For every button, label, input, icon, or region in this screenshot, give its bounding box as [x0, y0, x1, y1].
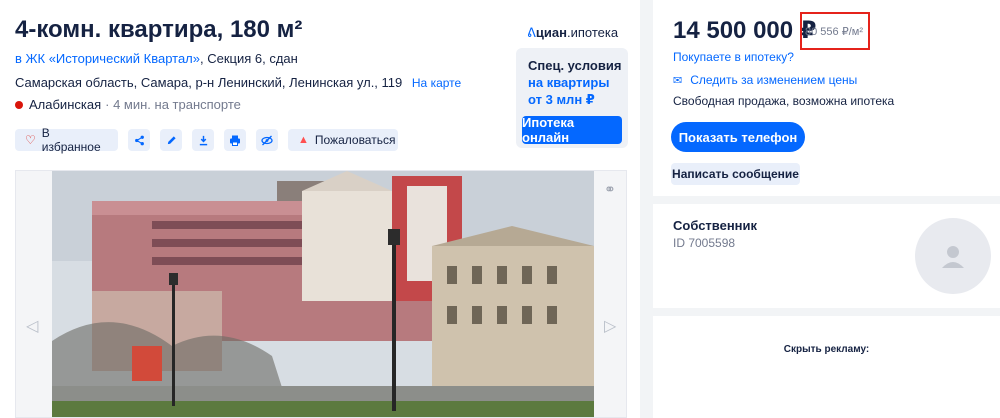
favorite-label: В избранное — [41, 126, 101, 154]
hide-button[interactable] — [256, 129, 278, 151]
heart-icon: ♡ — [25, 133, 36, 147]
prev-arrow-icon[interactable]: ◁ — [26, 316, 38, 336]
edit-icon — [167, 135, 176, 144]
mortgage-promo: Спец. условия на квартиры от 3 млн ₽ Ипо… — [516, 48, 628, 148]
mortgage-link[interactable]: Покупаете в ипотеку? — [673, 50, 794, 64]
action-bar: ♡ В избранное ▲ Пожаловаться — [15, 126, 398, 154]
next-arrow-icon[interactable]: ▷ — [604, 316, 616, 336]
metro-line: Алабинская · 4 мин. на транспорте — [15, 97, 241, 112]
complex-link[interactable]: в ЖК «Исторический Квартал» — [15, 51, 200, 66]
listing-title: 4-комн. квартира, 180 м² — [15, 16, 303, 43]
address: Самарская область, Самара, р-н Ленинский… — [15, 75, 403, 90]
cian-logo-icon: ᕕ — [527, 25, 536, 40]
metro-name[interactable]: Алабинская — [29, 97, 101, 112]
map-link[interactable]: На карте — [412, 76, 461, 90]
promo-line3: от 3 млн ₽ — [528, 92, 595, 107]
price-per-m2: 80 556 ₽/м² — [800, 12, 870, 50]
show-phone-button[interactable]: Показать телефон — [671, 122, 805, 152]
listing-photo[interactable] — [52, 171, 594, 417]
address-line: Самарская область, Самара, р-н Ленинский… — [15, 75, 461, 90]
avatar — [915, 218, 991, 294]
brand-suffix: .ипотека — [566, 25, 619, 40]
price: 14 500 000 ₽ — [673, 17, 817, 44]
price-card: 14 500 000 ₽ 80 556 ₽/м² Покупаете в ипо… — [653, 0, 1000, 196]
edit-button[interactable] — [160, 129, 182, 151]
owner-role: Собственник — [673, 218, 758, 233]
metro-icon — [15, 100, 23, 109]
report-button[interactable]: ▲ Пожаловаться — [288, 129, 398, 151]
print-button[interactable] — [224, 129, 246, 151]
share-button[interactable] — [128, 129, 150, 151]
owner-id: ID 7005598 — [673, 236, 736, 250]
link-icon[interactable]: ⚭ — [604, 181, 616, 198]
building-photo — [52, 171, 594, 417]
write-message-button[interactable]: Написать сообщение — [671, 163, 800, 185]
hide-icon — [261, 135, 273, 145]
complex-rest: , Секция 6, сдан — [200, 51, 298, 66]
photo-gallery: ◁ ▷ ⚭ — [15, 170, 627, 418]
ad-card: Скрыть рекламу: — [653, 316, 1000, 418]
hide-ads-label[interactable]: Скрыть рекламу: — [653, 344, 1000, 355]
print-icon — [230, 135, 240, 146]
owner-card: Собственник ID 7005598 — [653, 204, 1000, 308]
mortgage-online-button[interactable]: Ипотека онлайн — [522, 115, 622, 145]
user-icon — [942, 246, 964, 268]
cian-mortgage-logo[interactable]: ᕕциан.ипотека — [527, 25, 618, 41]
report-label: Пожаловаться — [314, 133, 396, 147]
envelope-icon: ✉ — [673, 74, 683, 87]
download-button[interactable] — [192, 129, 214, 151]
follow-price-link[interactable]: ✉ Следить за изменением цены — [673, 73, 857, 87]
promo-line2: на квартиры — [528, 75, 610, 90]
follow-price-label: Следить за изменением цены — [690, 73, 858, 87]
listing-main: 4-комн. квартира, 180 м² в ЖК «Историчес… — [0, 0, 640, 418]
sale-type: Свободная продажа, возможна ипотека — [673, 94, 895, 108]
favorite-button[interactable]: ♡ В избранное — [15, 126, 118, 154]
promo-text: Спец. условия на квартиры от 3 млн ₽ — [528, 57, 621, 108]
warning-icon: ▲ — [298, 134, 309, 146]
promo-line1: Спец. условия — [528, 58, 622, 73]
complex-line: в ЖК «Исторический Квартал», Секция 6, с… — [15, 51, 298, 66]
download-icon — [199, 135, 207, 145]
metro-time: · 4 мин. на транспорте — [105, 97, 241, 112]
brand-name: циан — [535, 25, 567, 40]
share-icon — [134, 135, 144, 145]
